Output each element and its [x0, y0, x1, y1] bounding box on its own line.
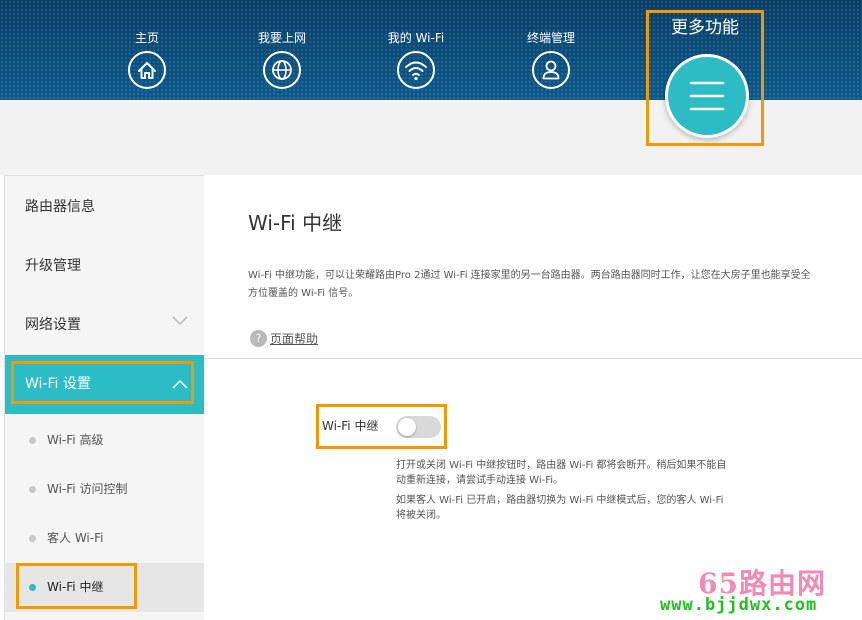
sidebar-item-network-settings[interactable]: 网络设置: [5, 296, 204, 355]
watermark-url: www.bjjdwx.com: [660, 595, 818, 615]
nav-label-devices: 终端管理: [526, 31, 575, 45]
sidebar-subitem-label: 客人 Wi-Fi: [47, 531, 104, 545]
sidebar-subitem-wifi-advanced[interactable]: Wi-Fi 高级: [5, 416, 204, 465]
page-description: Wi-Fi 中继功能，可以让荣耀路由Pro 2通过 Wi-Fi 连接家里的另一台…: [248, 270, 811, 299]
highlight-frame-wifi-settings: [11, 361, 194, 404]
sidebar-item-label: 路由器信息: [25, 199, 95, 215]
user-icon: [532, 51, 570, 89]
bullet-dot: [29, 535, 36, 542]
sidebar-item-label: 网络设置: [25, 317, 81, 333]
nav-label-my-wifi: 我的 Wi-Fi: [387, 31, 445, 45]
sidebar-item-label: 升级管理: [25, 258, 81, 274]
nav-item-home[interactable]: 主页: [92, 30, 202, 90]
sidebar-item-upgrade[interactable]: 升级管理: [5, 237, 204, 296]
sidebar-subitem-label: Wi-Fi 访问控制: [47, 482, 128, 496]
relay-note-guest-wifi: 如果客人 Wi-Fi 已开启，路由器切换为 Wi-Fi 中继模式后，您的客人 W…: [396, 495, 724, 521]
page-help-label: 页面帮助: [270, 332, 319, 346]
bullet-dot: [29, 437, 36, 444]
bullet-dot: [29, 486, 36, 493]
nav-item-internet[interactable]: 我要上网: [227, 30, 337, 90]
relay-note-disconnect: 打开或关闭 Wi-Fi 中继按钮时，路由器 Wi-Fi 都将会断开。稍后如果不能…: [396, 460, 727, 486]
wifi-icon: [397, 51, 435, 89]
page-help-link[interactable]: ? 页面帮助: [250, 330, 318, 347]
divider: [204, 358, 862, 359]
nav-item-my-wifi[interactable]: 我的 Wi-Fi: [361, 30, 471, 90]
sidebar-subitem-label: Wi-Fi 高级: [47, 433, 104, 447]
highlight-frame-wifi-relay-item: [16, 563, 137, 609]
nav-item-devices[interactable]: 终端管理: [496, 30, 606, 90]
page-title: Wi-Fi 中继: [248, 211, 343, 235]
help-icon: ?: [250, 330, 267, 347]
main-content: Wi-Fi 中继 Wi-Fi 中继功能，可以让荣耀路由Pro 2通过 Wi-Fi…: [204, 175, 862, 620]
sidebar-item-router-info[interactable]: 路由器信息: [5, 178, 204, 237]
nav-label-home: 主页: [134, 31, 159, 45]
sidebar-subitem-guest-wifi[interactable]: 客人 Wi-Fi: [5, 514, 204, 563]
highlight-frame-more-features: [646, 10, 764, 146]
sidebar: 路由器信息 升级管理 网络设置 Wi-Fi 设置 Wi-Fi 高级 Wi-Fi …: [4, 175, 204, 620]
sidebar-subitem-wifi-access-control[interactable]: Wi-Fi 访问控制: [5, 465, 204, 514]
chevron-down-icon: [172, 316, 188, 326]
highlight-frame-wifi-relay-toggle: [316, 404, 447, 449]
nav-label-internet: 我要上网: [257, 31, 306, 45]
home-icon: [128, 51, 166, 89]
globe-icon: [263, 51, 301, 89]
